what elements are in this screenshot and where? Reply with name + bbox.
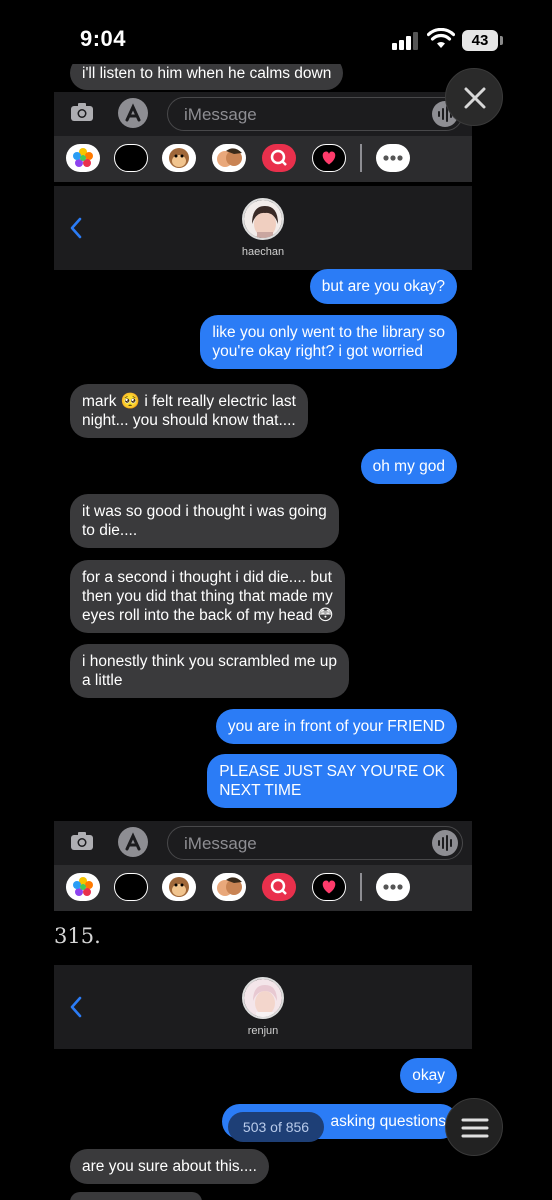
imessage-input[interactable]: iMessage [167, 97, 463, 131]
app-drawer [54, 136, 472, 182]
audio-message-icon[interactable] [432, 830, 458, 856]
message-bubble-received: are you sure about this.... [70, 1149, 269, 1184]
search-images-icon[interactable] [262, 873, 296, 901]
imessage-compose-bar: iMessage [54, 821, 472, 911]
message-bubble-sent: okay [400, 1058, 457, 1093]
photos-app-icon[interactable] [66, 873, 100, 901]
back-chevron-icon[interactable] [68, 216, 84, 240]
app-divider [360, 144, 362, 172]
message-bubble-received: i honestly think you scrambled me up a l… [70, 644, 350, 698]
imessage-compose-bar: iMessage [54, 92, 472, 182]
conversation-header: haechan [54, 186, 472, 270]
animoji-monkey-icon[interactable] [162, 873, 196, 901]
message-bubble-received: for a second i thought i did die.... but… [70, 560, 346, 633]
battery-tip [500, 36, 503, 45]
imessage-placeholder: iMessage [184, 834, 257, 853]
conversation-header: renjun [54, 965, 472, 1049]
photos-app-icon[interactable] [66, 144, 100, 172]
digital-touch-heart-icon[interactable] [312, 873, 346, 901]
camera-icon[interactable] [70, 831, 94, 851]
close-icon [464, 87, 486, 109]
message-bubble-sent: PLEASE JUST SAY YOU'RE OK NEXT TIME [207, 754, 457, 808]
digital-touch-heart-icon[interactable] [312, 144, 346, 172]
menu-icon [461, 1118, 489, 1138]
apple-pay-icon[interactable] [114, 144, 148, 172]
contact-name: haechan [241, 246, 285, 258]
apple-pay-icon[interactable] [114, 873, 148, 901]
message-bubble-received: mark 🥺 i felt really electric last night… [70, 384, 308, 438]
close-button[interactable] [445, 68, 503, 126]
status-time: 9:04 [80, 26, 127, 51]
message-bubble-sent: oh my god [360, 449, 457, 484]
cellular-signal-icon [392, 32, 420, 50]
search-images-icon[interactable] [262, 144, 296, 172]
message-bubble-sent: you are in front of your FRIEND [215, 709, 457, 744]
imessage-placeholder: iMessage [184, 105, 257, 124]
contact-name: renjun [247, 1025, 279, 1037]
status-bar: 9:04 43 [0, 0, 552, 70]
battery-indicator: 43 [462, 30, 498, 51]
back-chevron-icon[interactable] [68, 995, 84, 1019]
more-apps-icon[interactable] [376, 144, 410, 172]
animoji-monkey-icon[interactable] [162, 144, 196, 172]
avatar[interactable] [242, 198, 284, 240]
message-bubble-sent: like you only went to the library so you… [200, 315, 457, 369]
app-drawer [54, 865, 472, 911]
app-store-icon[interactable] [118, 827, 148, 857]
page-counter: 503 of 856 [228, 1112, 324, 1142]
message-bubble-received [70, 1192, 202, 1200]
camera-icon[interactable] [70, 102, 94, 122]
memoji-stickers-icon[interactable] [212, 144, 246, 172]
more-apps-icon[interactable] [376, 873, 410, 901]
chapter-number: 315. [54, 924, 101, 948]
message-bubble-received: it was so good i thought i was going to … [70, 494, 339, 548]
message-bubble-sent: but are you okay? [309, 269, 457, 304]
avatar[interactable] [242, 977, 284, 1019]
app-store-icon[interactable] [118, 98, 148, 128]
imessage-input[interactable]: iMessage [167, 826, 463, 860]
wifi-icon [427, 28, 455, 48]
compose-row: iMessage [54, 821, 472, 865]
menu-button[interactable] [445, 1098, 503, 1156]
app-divider [360, 873, 362, 901]
compose-row: iMessage [54, 92, 472, 136]
memoji-stickers-icon[interactable] [212, 873, 246, 901]
